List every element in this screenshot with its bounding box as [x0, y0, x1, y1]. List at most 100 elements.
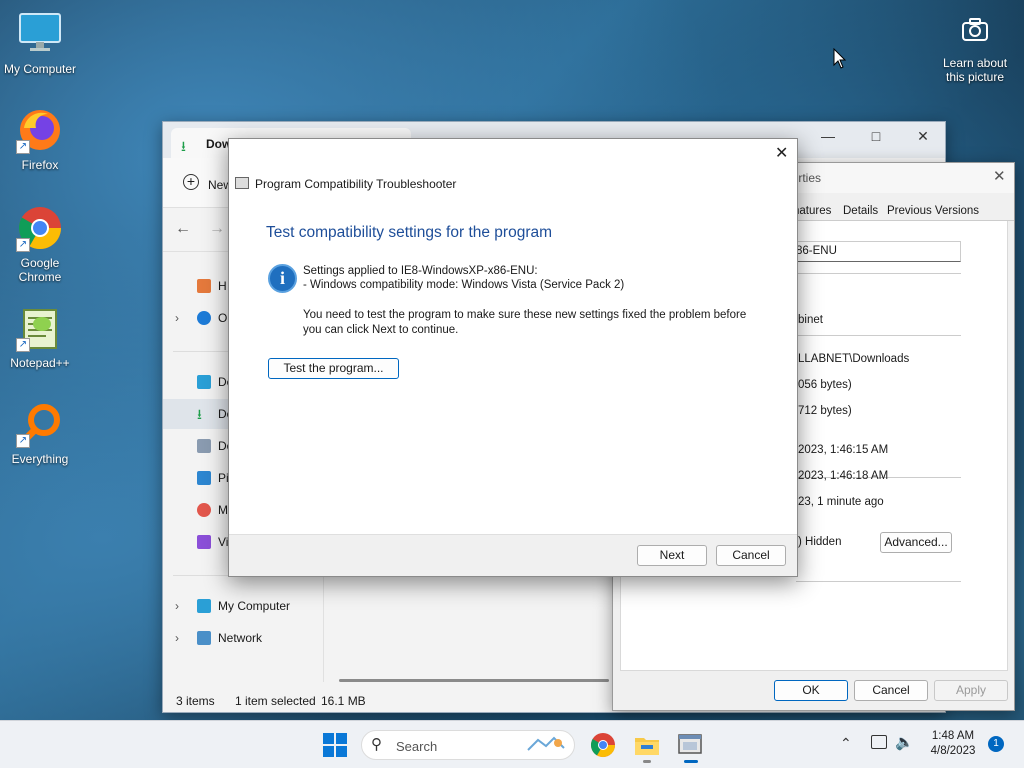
learn-about-picture[interactable]: Learn about this picture — [935, 14, 1015, 84]
property-type-value: binet — [798, 314, 823, 326]
close-button[interactable]: ✕ — [900, 122, 946, 150]
network-icon — [197, 631, 211, 645]
desktop-icon-label: My Computer — [3, 62, 77, 76]
clock-time: 1:48 AM — [931, 730, 975, 742]
search-icon: ⚲ — [371, 736, 382, 753]
everything-icon: ↗ — [16, 400, 64, 448]
cloud-icon — [197, 311, 211, 325]
search-highlight-icon — [524, 734, 568, 756]
download-icon: ⭳ — [181, 138, 186, 154]
forward-arrow-icon[interactable]: → — [209, 220, 225, 238]
tab-previous-versions[interactable]: Previous Versions — [887, 205, 979, 217]
instruction-text: You need to test the program to make sur… — [303, 308, 746, 338]
volume-icon[interactable]: 🔈 — [895, 733, 914, 751]
download-icon: ⭳ — [197, 406, 202, 422]
status-size: 16.1 MB — [321, 694, 366, 708]
folder-icon — [635, 738, 659, 755]
desktop-icon-label: Firefox — [21, 158, 59, 172]
horizontal-scrollbar[interactable] — [339, 679, 609, 682]
status-item-count: 3 items — [176, 694, 215, 708]
active-indicator — [684, 760, 698, 763]
tab-signatures[interactable]: natures — [793, 205, 831, 217]
music-icon — [197, 503, 211, 517]
start-button[interactable] — [321, 731, 349, 759]
settings-line-2: - Windows compatibility mode: Windows Vi… — [303, 279, 625, 291]
running-indicator — [643, 760, 651, 763]
close-button[interactable]: ✕ — [775, 143, 788, 163]
desktop-icon-notepadpp[interactable]: ↗ Notepad++ — [0, 304, 80, 370]
chevron-up-icon[interactable]: ⌃ — [840, 735, 852, 752]
plus-circle-icon: + — [183, 174, 199, 190]
shortcut-arrow-icon: ↗ — [16, 140, 30, 154]
notification-badge[interactable]: 1 — [988, 736, 1004, 752]
picture-icon — [197, 471, 211, 485]
ok-button[interactable]: OK — [774, 680, 848, 701]
desktop-icon-label: Google Chrome — [18, 256, 62, 284]
taskbar: ⚲ Search ⌃ 🔈 1:48 AM 4/8/2023 1 — [0, 720, 1024, 768]
settings-line-1: Settings applied to IE8-WindowsXP-x86-EN… — [303, 265, 538, 277]
taskbar-file-explorer[interactable] — [633, 731, 661, 763]
firefox-icon: ↗ — [16, 106, 64, 154]
video-icon — [197, 535, 211, 549]
desktop-icon-firefox[interactable]: ↗ Firefox — [0, 106, 80, 172]
tab-details[interactable]: Details — [843, 205, 878, 217]
taskbar-troubleshooter[interactable] — [676, 731, 706, 763]
taskbar-chrome[interactable] — [589, 731, 617, 759]
troubleshooter-app-icon — [678, 734, 702, 754]
chevron-right-icon[interactable]: › — [175, 303, 179, 333]
instruction-line-1: You need to test the program to make sur… — [303, 309, 747, 321]
network-status-icon[interactable] — [871, 735, 887, 749]
search-box[interactable]: ⚲ Search — [361, 730, 575, 760]
learn-about-label: Learn about this picture — [942, 56, 1008, 84]
desktop-icon-label: Notepad++ — [10, 356, 70, 370]
maximize-button[interactable]: □ — [853, 122, 899, 150]
shortcut-arrow-icon: ↗ — [16, 338, 30, 352]
dialog-title: Program Compatibility Troubleshooter — [255, 177, 457, 191]
nav-item-my-computer[interactable]: › My Computer — [163, 591, 323, 621]
chevron-right-icon[interactable]: › — [175, 623, 179, 653]
clock-date: 4/8/2023 — [930, 745, 976, 757]
property-size-value: 056 bytes) — [798, 379, 852, 391]
shortcut-arrow-icon: ↗ — [16, 238, 30, 252]
clock[interactable]: 1:48 AM 4/8/2023 — [920, 729, 986, 759]
troubleshooter-app-icon — [235, 177, 249, 189]
chrome-icon: ↗ — [16, 204, 64, 252]
chrome-icon — [590, 733, 615, 758]
desktop-icon-everything[interactable]: ↗ Everything — [0, 400, 80, 466]
info-icon: i — [268, 264, 297, 293]
desktop-icon-label: Everything — [11, 452, 69, 466]
divider — [796, 581, 961, 582]
troubleshooter-dialog[interactable]: ✕ Program Compatibility Troubleshooter T… — [228, 138, 798, 577]
property-location-value: LLABNET\Downloads — [798, 353, 910, 365]
settings-applied-text: Settings applied to IE8-WindowsXP-x86-EN… — [303, 264, 624, 292]
cancel-button[interactable]: Cancel — [716, 545, 786, 566]
desktop-icon-chrome[interactable]: ↗ Google Chrome — [0, 204, 80, 284]
property-modified-value: 2023, 1:46:18 AM — [798, 470, 889, 482]
hidden-checkbox-label[interactable]: ) Hidden — [798, 536, 841, 548]
property-created-value: 2023, 1:46:15 AM — [798, 444, 889, 456]
search-placeholder: Search — [396, 739, 438, 754]
apply-button[interactable]: Apply — [934, 680, 1008, 701]
instruction-line-2: you can click Next to continue. — [303, 324, 459, 336]
notepadpp-icon: ↗ — [16, 304, 64, 352]
cancel-button[interactable]: Cancel — [854, 680, 928, 701]
back-arrow-icon[interactable]: ← — [175, 220, 191, 238]
desktop-folder-icon — [197, 375, 211, 389]
status-selected: 1 item selected — [235, 694, 316, 708]
shortcut-arrow-icon: ↗ — [16, 434, 30, 448]
camera-icon — [959, 14, 991, 46]
next-button[interactable]: Next — [637, 545, 707, 566]
filename-field[interactable]: 86-ENU — [791, 241, 961, 262]
chevron-right-icon[interactable]: › — [175, 591, 179, 621]
property-size-on-disk-value: 712 bytes) — [798, 405, 852, 417]
home-icon — [197, 279, 211, 293]
minimize-button[interactable]: — — [805, 122, 851, 150]
test-program-button[interactable]: Test the program... — [268, 358, 399, 379]
advanced-button[interactable]: Advanced... — [880, 532, 952, 553]
mouse-cursor-icon — [833, 47, 847, 73]
dialog-heading: Test compatibility settings for the prog… — [266, 224, 553, 241]
document-icon — [197, 439, 211, 453]
nav-item-network[interactable]: › Network — [163, 623, 323, 653]
close-button[interactable]: ✕ — [993, 167, 1006, 185]
desktop-icon-my-computer[interactable]: My Computer — [0, 10, 80, 76]
